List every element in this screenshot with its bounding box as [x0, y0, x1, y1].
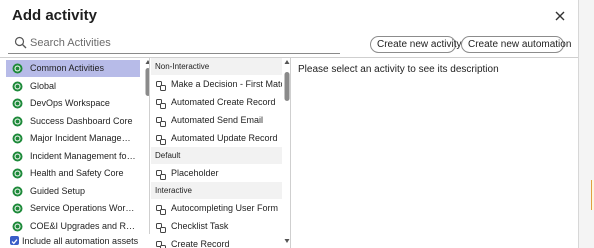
category-icon	[12, 151, 23, 162]
activity-label: Create Record	[171, 239, 230, 248]
category-label: Global	[30, 80, 57, 91]
category-label: Service Operations Works…	[30, 203, 138, 213]
category-label: Guided Setup	[30, 185, 86, 196]
activity-item[interactable]: Automated Send Email	[151, 112, 282, 129]
activity-flow-icon	[156, 98, 166, 109]
checkbox-checked-icon[interactable]	[10, 236, 19, 245]
category-icon	[12, 221, 23, 232]
category-item[interactable]: Incident Management for …	[6, 148, 140, 165]
activity-item[interactable]: Create Record	[151, 236, 282, 248]
category-label: Major Incident Manageme…	[30, 133, 138, 143]
category-label: Success Dashboard Core	[30, 115, 133, 126]
create-new-activity-button[interactable]: Create new activity	[370, 36, 461, 53]
category-label: Incident Management for …	[30, 150, 138, 161]
activity-label: Make a Decision - First Match	[171, 79, 282, 89]
category-item[interactable]: Major Incident Manageme…	[6, 130, 140, 147]
activity-item[interactable]: Placeholder	[151, 165, 282, 182]
category-item[interactable]: Common Activities	[6, 60, 140, 77]
activity-flow-icon	[156, 134, 166, 145]
close-icon[interactable]	[552, 8, 568, 24]
activity-item[interactable]: Make a Decision - First Match	[151, 76, 282, 93]
activity-scrollbar[interactable]	[283, 58, 291, 248]
category-item[interactable]: Guided Setup	[6, 183, 140, 200]
category-icon	[12, 168, 23, 179]
category-item[interactable]: Global	[6, 78, 140, 95]
activity-list: Non-Interactive Make a Decision - First …	[151, 58, 291, 248]
search-field	[8, 34, 340, 54]
dialog-title: Add activity	[12, 7, 98, 24]
category-label: COE&I Upgrades and Rele…	[30, 220, 138, 231]
category-item[interactable]: Service Operations Works…	[6, 200, 140, 217]
activity-item[interactable]: Autocompleting User Form	[151, 200, 282, 217]
activity-item[interactable]: Checklist Task	[151, 218, 282, 235]
create-new-automation-button[interactable]: Create new automation	[461, 36, 571, 53]
activity-item[interactable]: Automated Create Record	[151, 94, 282, 111]
activity-label: Checklist Task	[171, 221, 229, 231]
category-icon	[12, 81, 23, 92]
activity-label: Automated Send Email	[171, 115, 264, 125]
group-header: Default	[151, 147, 282, 164]
description-panel: Please select an activity to see its des…	[292, 58, 578, 248]
add-activity-dialog: Add activity Create new activity Create …	[0, 0, 578, 248]
category-icon	[12, 63, 23, 74]
activity-item[interactable]: Automated Update Record	[151, 130, 282, 147]
category-label: DevOps Workspace	[30, 98, 110, 108]
activity-flow-icon	[156, 222, 166, 233]
activity-flow-icon	[156, 116, 166, 127]
category-icon	[12, 203, 23, 214]
activity-label: Automated Update Record	[171, 133, 278, 143]
category-label: Common Activities	[30, 63, 105, 73]
include-all-checkbox-row[interactable]: Include all automation assets	[6, 234, 150, 248]
activity-flow-icon	[156, 169, 166, 180]
group-header: Non-Interactive	[151, 58, 282, 75]
category-item[interactable]: COE&I Upgrades and Rele…	[6, 218, 140, 235]
activity-flow-icon	[156, 80, 166, 91]
description-text: Please select an activity to see its des…	[298, 64, 499, 75]
activity-flow-icon	[156, 204, 166, 215]
category-label: Health and Safety Core	[30, 168, 124, 178]
category-item[interactable]: DevOps Workspace	[6, 95, 140, 112]
category-scrollbar[interactable]	[144, 58, 149, 248]
panels: Common Activities Global DevOps Workspac…	[0, 57, 578, 248]
category-icon	[12, 116, 23, 127]
search-icon	[14, 36, 30, 52]
category-icon	[12, 98, 23, 109]
category-item[interactable]: Success Dashboard Core	[6, 113, 140, 130]
category-item[interactable]: Health and Safety Core	[6, 165, 140, 182]
activity-label: Autocompleting User Form	[171, 203, 279, 213]
category-list: Common Activities Global DevOps Workspac…	[6, 58, 150, 248]
activity-flow-icon	[156, 240, 166, 248]
category-icon	[12, 133, 23, 144]
category-icon	[12, 186, 23, 197]
include-all-label: Include all automation assets	[22, 236, 139, 246]
activity-label: Placeholder	[171, 168, 219, 178]
search-input[interactable]	[30, 34, 330, 52]
activity-label: Automated Create Record	[171, 97, 276, 107]
group-header: Interactive	[151, 182, 282, 199]
background-window-edge	[578, 0, 594, 248]
